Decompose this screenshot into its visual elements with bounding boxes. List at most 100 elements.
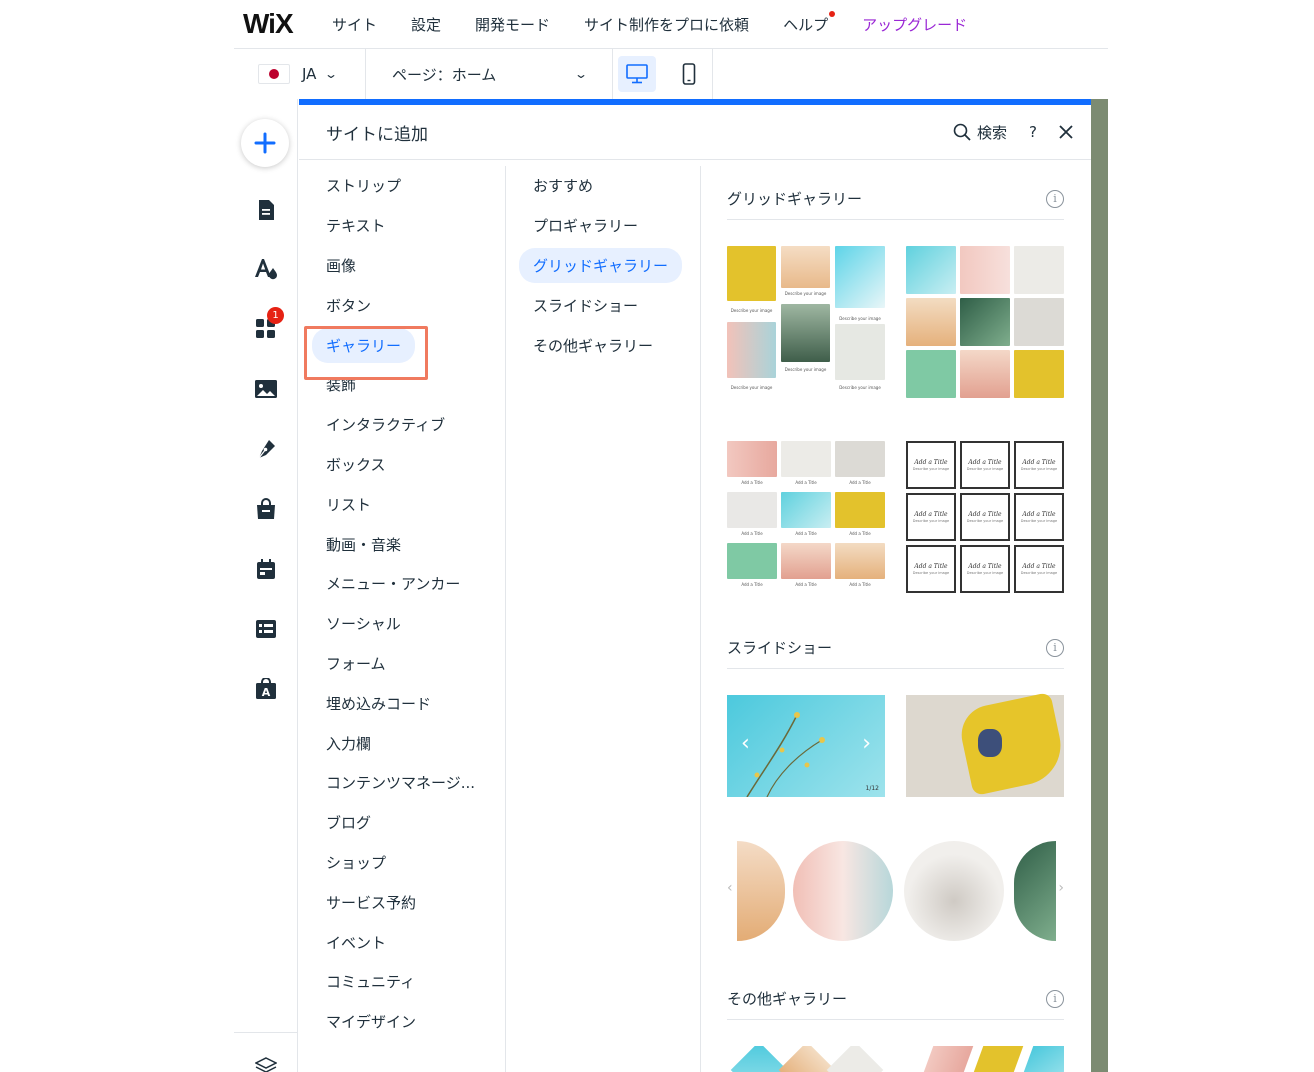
category-strip[interactable]: ストリップ bbox=[299, 166, 505, 206]
category-label: イベント bbox=[326, 933, 387, 952]
menu-help-label: ヘルプ bbox=[783, 15, 829, 34]
subcategory-label: グリッドギャラリー bbox=[519, 247, 683, 283]
thumbnail-frame: Add a Title Describe your image bbox=[960, 545, 1010, 593]
design-button[interactable] bbox=[246, 249, 286, 289]
subcategory-slideshow[interactable]: スライドショー bbox=[506, 285, 700, 325]
chevron-down-icon: ⌄ bbox=[324, 67, 339, 81]
add-elements-button[interactable] bbox=[241, 119, 289, 167]
wix-logo[interactable]: WiX bbox=[234, 8, 332, 40]
grid-gallery-thumbnail-captioned[interactable]: Describe your image Describe your image … bbox=[727, 246, 885, 398]
menu-upgrade[interactable]: アップグレード bbox=[862, 14, 967, 35]
store-button[interactable] bbox=[246, 489, 286, 529]
cms-button[interactable] bbox=[246, 609, 286, 649]
category-my-designs[interactable]: マイデザイン bbox=[299, 1002, 505, 1042]
subcategory-other-gallery[interactable]: その他ギャラリー bbox=[506, 325, 700, 365]
thumbnail-image bbox=[781, 441, 831, 477]
category-button[interactable]: ボタン bbox=[299, 285, 505, 325]
category-box[interactable]: ボックス bbox=[299, 445, 505, 485]
category-text[interactable]: テキスト bbox=[299, 206, 505, 246]
category-social[interactable]: ソーシャル bbox=[299, 604, 505, 644]
bookings-button[interactable] bbox=[246, 549, 286, 589]
subcategory-pro-gallery[interactable]: プロギャラリー bbox=[506, 206, 700, 246]
menu-help[interactable]: ヘルプ bbox=[783, 10, 836, 35]
circle-slideshow-thumbnail[interactable]: ‹ › bbox=[727, 838, 1064, 944]
category-community[interactable]: コミュニティ bbox=[299, 962, 505, 1002]
help-button[interactable]: ? bbox=[1029, 123, 1037, 141]
thumbnail-caption: Describe your image bbox=[784, 291, 827, 296]
frame-title: Add a Title bbox=[914, 459, 948, 466]
subcategory-grid-gallery[interactable]: グリッドギャラリー bbox=[506, 246, 700, 286]
app-market-icon: A bbox=[256, 678, 276, 699]
pages-button[interactable] bbox=[246, 190, 286, 230]
category-bookings[interactable]: サービス予約 bbox=[299, 882, 505, 922]
category-interactive[interactable]: インタラクティブ bbox=[299, 405, 505, 445]
menu-site[interactable]: サイト bbox=[332, 14, 377, 35]
menu-hire-pro[interactable]: サイト制作をプロに依頼 bbox=[584, 14, 749, 35]
plus-icon bbox=[254, 132, 276, 154]
language-selector[interactable]: JA ⌄ bbox=[234, 49, 366, 99]
category-list-item[interactable]: リスト bbox=[299, 484, 505, 524]
thumbnail-caption: Add a Title bbox=[741, 582, 763, 587]
apps-button[interactable]: 1 bbox=[246, 307, 286, 349]
chevron-left-icon[interactable]: ‹ bbox=[727, 880, 733, 896]
layers-button[interactable] bbox=[246, 1047, 286, 1072]
category-image[interactable]: 画像 bbox=[299, 246, 505, 286]
chevron-right-icon[interactable]: › bbox=[862, 731, 871, 756]
desktop-view-button[interactable] bbox=[617, 56, 656, 92]
menu-dev-mode[interactable]: 開発モード bbox=[475, 14, 550, 35]
category-input[interactable]: 入力欄 bbox=[299, 723, 505, 763]
frame-title: Add a Title bbox=[968, 511, 1002, 518]
close-icon[interactable] bbox=[1059, 125, 1073, 139]
info-icon[interactable]: i bbox=[1046, 989, 1064, 1008]
menu-settings[interactable]: 設定 bbox=[411, 14, 441, 35]
thumbnail-image bbox=[960, 246, 1010, 294]
layers-icon bbox=[255, 1057, 277, 1072]
blog-button[interactable] bbox=[246, 429, 286, 469]
frame-description: Describe your image bbox=[912, 519, 950, 523]
subcategory-recommended[interactable]: おすすめ bbox=[506, 166, 700, 206]
info-icon[interactable]: i bbox=[1046, 638, 1064, 657]
other-gallery-thumbnail-diamond[interactable] bbox=[727, 1046, 885, 1072]
thumbnail-image bbox=[781, 492, 831, 528]
subcategory-label: スライドショー bbox=[533, 296, 639, 315]
category-cms[interactable]: コンテンツマネージ... bbox=[299, 763, 505, 803]
other-gallery-thumbnail-slanted[interactable] bbox=[906, 1046, 1064, 1072]
info-icon[interactable]: i bbox=[1046, 189, 1064, 208]
page-icon bbox=[259, 200, 274, 220]
grid-gallery-thumbnail-3x3[interactable] bbox=[906, 246, 1064, 398]
desktop-icon bbox=[625, 64, 648, 84]
mobile-view-button[interactable] bbox=[670, 56, 708, 92]
category-menu-anchor[interactable]: メニュー・アンカー bbox=[299, 564, 505, 604]
panel-title: サイトに追加 bbox=[326, 124, 428, 145]
grid-gallery-thumbnail-titled[interactable]: Add a Title Add a Title Add a Title Add … bbox=[727, 441, 885, 593]
category-shop[interactable]: ショップ bbox=[299, 843, 505, 883]
page-selector[interactable]: ページ：ホーム ⌄ bbox=[366, 49, 613, 99]
section-title: グリッドギャラリー bbox=[727, 190, 863, 208]
subcategory-list: おすすめ プロギャラリー グリッドギャラリー スライドショー その他ギャラリー bbox=[506, 166, 701, 1072]
category-embed-code[interactable]: 埋め込みコード bbox=[299, 683, 505, 723]
thumbnail-frame: Add a Title Describe your image bbox=[960, 441, 1010, 489]
thumbnail-image bbox=[906, 298, 956, 346]
search-button[interactable]: 検索 bbox=[953, 122, 1007, 143]
media-button[interactable] bbox=[246, 369, 286, 409]
category-blog[interactable]: ブログ bbox=[299, 803, 505, 843]
slide-counter: 1/12 bbox=[865, 785, 879, 792]
thumbnail-image bbox=[835, 492, 885, 528]
subcategory-label: おすすめ bbox=[533, 177, 594, 196]
category-label: ショップ bbox=[326, 853, 387, 872]
category-form[interactable]: フォーム bbox=[299, 644, 505, 684]
app-market-button[interactable]: A bbox=[246, 669, 286, 709]
category-video-music[interactable]: 動画・音楽 bbox=[299, 524, 505, 564]
slideshow-thumbnail-arrows[interactable]: ‹ › 1/12 bbox=[727, 695, 885, 797]
chevron-left-icon[interactable]: ‹ bbox=[741, 731, 750, 756]
grid-gallery-thumbnail-framed[interactable]: Add a Title Describe your image Add a Tit… bbox=[906, 441, 1064, 593]
category-events[interactable]: イベント bbox=[299, 922, 505, 962]
slideshow-thumbnail-full[interactable] bbox=[906, 691, 1068, 797]
thumbnail-caption: Describe your image bbox=[839, 385, 881, 390]
category-label: コンテンツマネージ... bbox=[326, 774, 476, 793]
category-list: ストリップ テキスト 画像 ボタン ギャラリー 装飾 インタラクティブ ボックス… bbox=[299, 166, 506, 1072]
thumbnail-frame: Add a Title Describe your image bbox=[906, 441, 956, 489]
shopping-bag-icon bbox=[257, 498, 275, 519]
chevron-right-icon[interactable]: › bbox=[1058, 880, 1064, 896]
frame-description: Describe your image bbox=[966, 467, 1004, 471]
